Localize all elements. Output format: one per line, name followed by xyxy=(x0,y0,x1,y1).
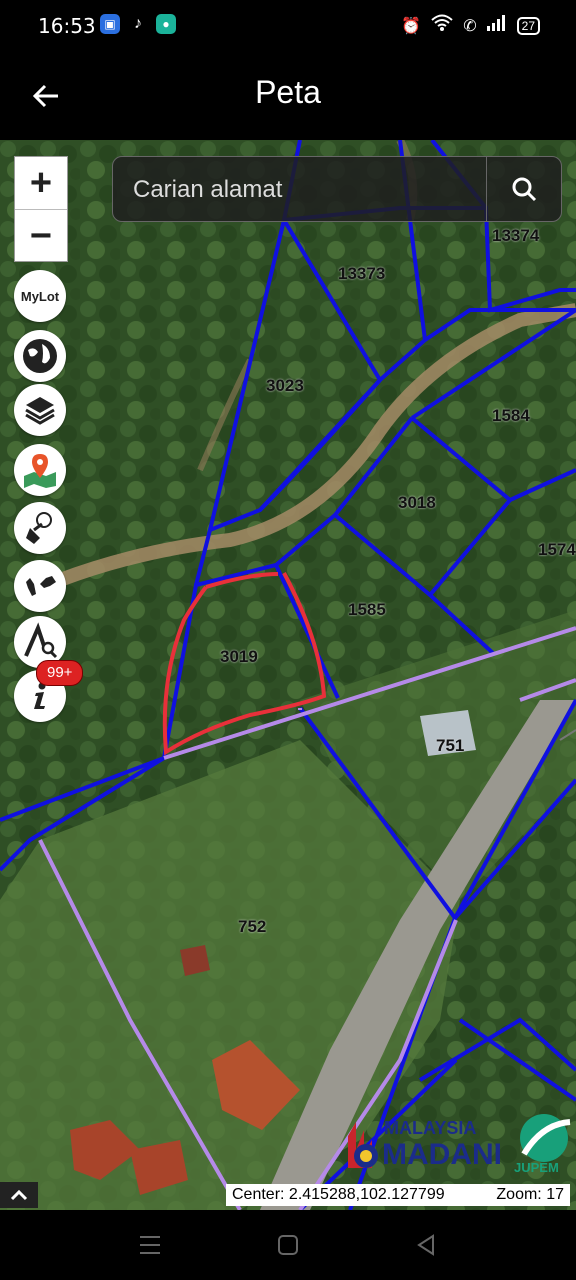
home-icon xyxy=(278,1235,298,1255)
zoom-out-button[interactable]: − xyxy=(15,209,67,262)
plot-label: 1574 xyxy=(538,540,576,559)
back-button[interactable] xyxy=(406,1230,446,1260)
page-title: Peta xyxy=(255,74,321,110)
measure-icon xyxy=(24,622,58,659)
plot-label: 13374 xyxy=(492,226,540,245)
location-button[interactable] xyxy=(14,444,66,496)
recents-button[interactable] xyxy=(130,1230,170,1260)
plot-label: 3023 xyxy=(266,376,304,395)
zoom-level: Zoom: 17 xyxy=(496,1186,564,1203)
plot-label: 3018 xyxy=(398,493,436,512)
globe-button[interactable] xyxy=(14,330,66,382)
app-bar: Peta xyxy=(0,52,576,140)
mylot-button[interactable]: MyLot xyxy=(14,270,66,322)
layers-button[interactable] xyxy=(14,384,66,436)
app-notification-icon: ▣ xyxy=(100,14,120,34)
jupem-logo: JUPEM xyxy=(508,1112,572,1179)
plot-label: 1585 xyxy=(348,600,386,619)
search-input[interactable] xyxy=(131,171,475,209)
status-bar: 16:53 ▣ ♪ ● ⏰ ✆ 27 xyxy=(0,0,576,52)
signal-icon xyxy=(486,15,507,36)
home-button[interactable] xyxy=(268,1230,308,1260)
alarm-icon: ⏰ xyxy=(401,17,422,35)
chevron-up-icon xyxy=(10,1189,28,1201)
search-icon xyxy=(512,177,537,202)
notification-badge: 99+ xyxy=(36,660,84,686)
plot-label: 13373 xyxy=(338,264,386,283)
menu-icon xyxy=(140,1236,160,1254)
search-button[interactable] xyxy=(486,157,561,221)
chat-app-icon: ● xyxy=(156,14,176,34)
system-nav-bar xyxy=(0,1210,576,1280)
mylot-label: MyLot xyxy=(20,288,60,304)
status-time: 16:53 xyxy=(38,14,96,38)
notification-icons: ▣ ♪ ● xyxy=(100,14,176,34)
wifi-call-icon: ✆ xyxy=(463,17,477,35)
battery-icon: 27 xyxy=(516,16,540,35)
zoom-control: + − xyxy=(14,156,68,262)
plot-label: 1584 xyxy=(492,406,530,425)
address-search xyxy=(112,156,562,222)
map-view[interactable]: 13374 13373 3023 1584 3018 1574 1585 301… xyxy=(0,140,576,1210)
malaysia-text: MALAYSIA xyxy=(384,1118,476,1138)
globe-icon xyxy=(23,339,57,373)
status-icons: ⏰ ✆ 27 xyxy=(401,14,540,37)
malaysia-madani-logo: MALAYSIA MADANI xyxy=(346,1110,506,1179)
back-triangle-icon xyxy=(417,1234,434,1256)
malaysia-map-button[interactable] xyxy=(14,560,66,612)
plot-label: 3019 xyxy=(220,647,258,666)
clear-button[interactable] xyxy=(14,502,66,554)
expand-panel-button[interactable] xyxy=(0,1182,38,1208)
map-info-bar: Center: 2.415288,102.127799 Zoom: 17 xyxy=(226,1184,570,1206)
center-coordinates: Center: 2.415288,102.127799 xyxy=(232,1186,445,1203)
madani-text: MADANI xyxy=(382,1138,502,1171)
satellite-map xyxy=(0,140,576,1210)
plot-label: 751 xyxy=(436,736,465,755)
eraser-icon xyxy=(26,512,52,544)
jupem-text: JUPEM xyxy=(514,1160,559,1174)
map-pin-icon xyxy=(24,454,56,488)
tiktok-icon: ♪ xyxy=(128,14,148,34)
zoom-in-button[interactable]: + xyxy=(15,157,67,209)
wifi-icon xyxy=(431,14,453,37)
malaysia-map-icon xyxy=(26,576,56,596)
layers-icon xyxy=(25,397,55,425)
plot-label: 752 xyxy=(238,917,267,936)
